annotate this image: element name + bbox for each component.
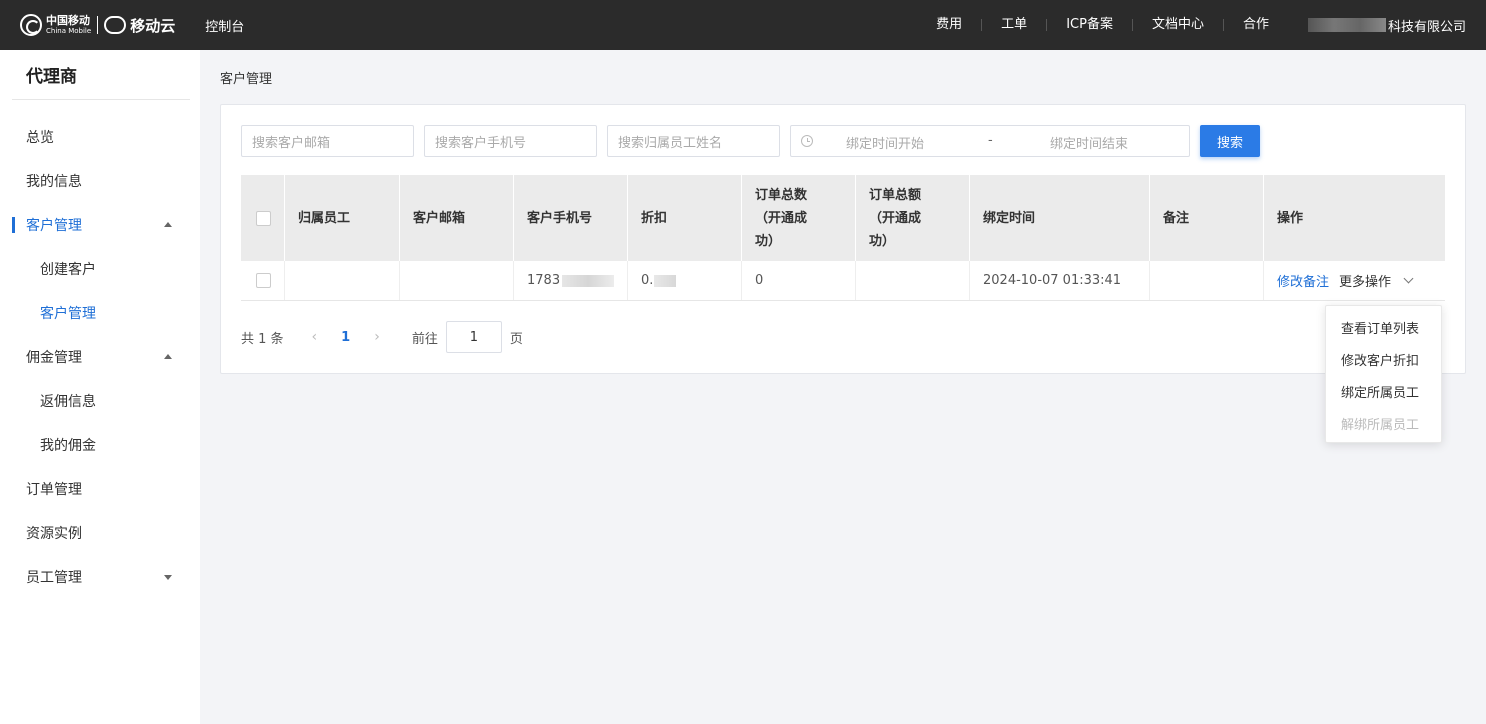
search-button[interactable]: 搜索 (1200, 125, 1260, 157)
edit-discount-menu-item[interactable]: 修改客户折扣 (1326, 343, 1441, 375)
header-phone: 客户手机号 (514, 175, 628, 261)
sidebar-item-customer-list[interactable]: 客户管理 (0, 291, 200, 335)
cell-bind-time: 2024-10-07 01:33:41 (970, 261, 1150, 300)
date-end-input[interactable]: 绑定时间结束 (1050, 133, 1128, 152)
sidebar: 代理商 总览 我的信息 客户管理 创建客户 客户管理 佣金管理 返佣信息 我的佣… (0, 50, 200, 724)
cell-remark (1150, 261, 1264, 300)
header-discount: 折扣 (628, 175, 742, 261)
header-order-total: 订单总额 （开通成 功） (856, 175, 970, 261)
sidebar-title: 代理商 (12, 50, 190, 100)
employee-search-input[interactable]: 搜索归属员工姓名 (607, 125, 780, 157)
nav-icp[interactable]: ICP备案 (1047, 18, 1133, 31)
sidebar-item-resources[interactable]: 资源实例 (0, 511, 200, 555)
cell-email (400, 261, 514, 300)
sidebar-item-my-commission[interactable]: 我的佣金 (0, 423, 200, 467)
edit-remark-link[interactable]: 修改备注 (1277, 271, 1329, 290)
sidebar-item-create-customer[interactable]: 创建客户 (0, 247, 200, 291)
select-all-checkbox[interactable] (256, 210, 271, 226)
logo-divider (97, 16, 99, 34)
phone-search-input[interactable]: 搜索客户手机号 (424, 125, 597, 157)
email-search-input[interactable]: 搜索客户邮箱 (241, 125, 414, 157)
unbind-employee-menu-item: 解绑所属员工 (1341, 417, 1420, 433)
redacted-company-name (1307, 18, 1386, 32)
active-indicator (12, 217, 15, 233)
total-count: 共 1 条 (241, 331, 284, 347)
goto-label: 前往 (411, 331, 438, 347)
table-header: 归属员工 客户邮箱 客户手机号 折扣 订单总数 （开通成 功） 订单总额 （开通… (241, 175, 1445, 261)
redacted-discount (654, 274, 677, 287)
bind-date-range-picker[interactable]: 绑定时间开始 - 绑定时间结束 (790, 125, 1190, 157)
nav-ticket[interactable]: 工单 (982, 18, 1048, 31)
date-start-input[interactable]: 绑定时间开始 (846, 133, 924, 152)
cell-actions: 修改备注 更多操作 (1264, 261, 1445, 300)
header-employee: 归属员工 (285, 175, 400, 261)
cell-order-count: 0 (742, 261, 856, 300)
date-separator: - (988, 133, 993, 148)
sidebar-item-commission[interactable]: 佣金管理 (0, 335, 200, 379)
sidebar-item-orders[interactable]: 订单管理 (0, 467, 200, 511)
page-number-1[interactable]: 1 (341, 330, 350, 345)
bind-employee-menu-item[interactable]: 绑定所属员工 (1326, 375, 1441, 407)
company-name: 科技有限公司 (1387, 19, 1466, 35)
logo[interactable]: 中国移动 China Mobile 移动云 (20, 0, 175, 50)
breadcrumb: 客户管理 (220, 72, 273, 87)
header-email: 客户邮箱 (400, 175, 514, 261)
caret-up-icon (164, 222, 172, 227)
sidebar-item-rebate-info[interactable]: 返佣信息 (0, 379, 200, 423)
goto-page-input[interactable]: 1 (445, 321, 502, 353)
sidebar-item-customer-management[interactable]: 客户管理 (0, 203, 200, 247)
cell-order-total (856, 261, 970, 300)
header-remark: 备注 (1150, 175, 1264, 261)
view-orders-menu-item[interactable]: 查看订单列表 (1326, 311, 1441, 343)
pagination: 共 1 条 ‹ 1 › 前往 1 页 (241, 321, 523, 353)
header-order-count: 订单总数 （开通成 功） (742, 175, 856, 261)
customer-table: 归属员工 客户邮箱 客户手机号 折扣 订单总数 （开通成 功） 订单总额 （开通… (241, 175, 1445, 301)
redacted-phone (562, 274, 615, 287)
sidebar-menu: 总览 我的信息 客户管理 创建客户 客户管理 佣金管理 返佣信息 我的佣金 订单… (0, 115, 200, 599)
sidebar-item-my-info[interactable]: 我的信息 (0, 159, 200, 203)
more-actions-button[interactable]: 更多操作 (1339, 271, 1414, 290)
more-actions-dropdown: 查看订单列表 修改客户折扣 绑定所属员工 解绑所属员工 (1325, 305, 1442, 443)
china-mobile-logo-icon (20, 14, 42, 36)
row-checkbox[interactable] (256, 273, 271, 288)
chevron-down-icon (1403, 273, 1414, 284)
nav-billing[interactable]: 费用 (917, 18, 983, 31)
cloud-logo-icon (104, 16, 127, 34)
select-all-cell (241, 175, 285, 261)
next-page-button[interactable]: › (374, 329, 380, 345)
cell-phone: 1783 (514, 261, 628, 300)
caret-down-icon (164, 575, 172, 580)
caret-up-icon (164, 354, 172, 359)
brand-en: China Mobile (46, 27, 92, 35)
top-nav: 费用 工单 ICP备案 文档中心 合作 科技有限公司 (917, 0, 1466, 50)
console-link[interactable]: 控制台 (205, 16, 244, 35)
cell-employee (285, 261, 400, 300)
cell-discount: 0. (628, 261, 742, 300)
clock-icon (801, 135, 813, 147)
prev-page-button[interactable]: ‹ (312, 329, 318, 345)
top-bar: 中国移动 China Mobile 移动云 控制台 费用 工单 ICP备案 文档… (0, 0, 1486, 50)
header-actions: 操作 (1277, 210, 1304, 226)
table-row: 1783 0. 0 2024-10-07 01:33:41 修改备注 更多操作 (241, 261, 1445, 301)
row-select-cell (241, 261, 285, 300)
sidebar-item-overview[interactable]: 总览 (0, 115, 200, 159)
header-bind-time: 绑定时间 (970, 175, 1150, 261)
customer-list-card: 搜索客户邮箱 搜索客户手机号 搜索归属员工姓名 绑定时间开始 - 绑定时间结束 … (220, 104, 1466, 374)
nav-docs[interactable]: 文档中心 (1133, 18, 1224, 31)
account-menu[interactable]: 科技有限公司 (1307, 16, 1466, 35)
brand-cn: 中国移动 (46, 14, 90, 27)
brand-cloud: 移动云 (130, 16, 176, 35)
page-suffix: 页 (509, 331, 523, 347)
nav-cooperation[interactable]: 合作 (1224, 18, 1288, 31)
sidebar-item-employees[interactable]: 员工管理 (0, 555, 200, 599)
